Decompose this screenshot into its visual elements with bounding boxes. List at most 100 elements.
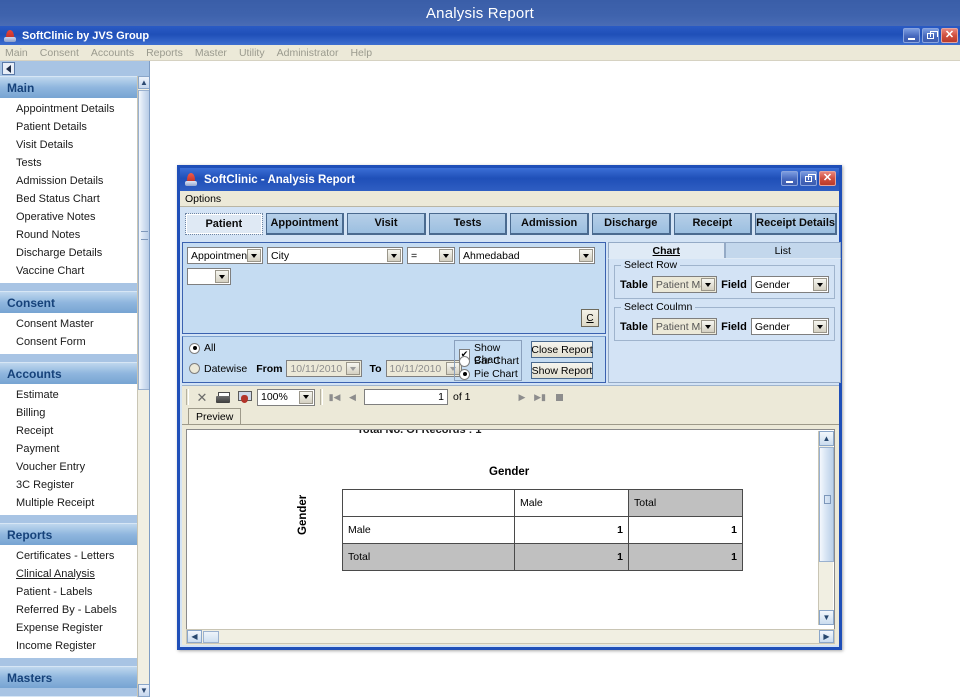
close-button[interactable]: ✕ (941, 28, 958, 43)
sidebar-group-header-accounts[interactable]: Accounts (0, 362, 138, 384)
sidebar-item-admission-details[interactable]: Admission Details (0, 172, 138, 190)
all-radio-row[interactable]: All (189, 342, 216, 354)
tab-patient[interactable]: Patient (185, 213, 263, 235)
sidebar-item-appointment-details[interactable]: Appointment Details (0, 100, 138, 118)
sidebar-item-multiple-receipt[interactable]: Multiple Receipt (0, 494, 138, 512)
chevron-down-icon[interactable] (387, 249, 401, 262)
first-page-icon[interactable]: ▮◀ (328, 390, 341, 404)
tab-appointment[interactable]: Appointment (266, 213, 345, 235)
tab-admission[interactable]: Admission (510, 213, 589, 235)
sidebar-item-receipt[interactable]: Receipt (0, 422, 138, 440)
sidebar-item-tests[interactable]: Tests (0, 154, 138, 172)
sidebar-group-header-reports[interactable]: Reports (0, 523, 138, 545)
sidebar-item-discharge-details[interactable]: Discharge Details (0, 244, 138, 262)
next-page-icon[interactable]: ▶ (516, 390, 529, 404)
dialog-close-button[interactable]: ✕ (819, 171, 836, 186)
print-icon[interactable] (215, 389, 231, 405)
sidebar-item-clinical-analysis[interactable]: Clinical Analysis (0, 565, 138, 583)
chevron-down-icon[interactable] (439, 249, 453, 262)
sidebar-item-consent-form[interactable]: Consent Form (0, 333, 138, 351)
sidebar-item-expense-register[interactable]: Expense Register (0, 619, 138, 637)
show-report-button[interactable]: Show Report (531, 362, 593, 379)
tab-receipt-details[interactable]: Receipt Details (755, 213, 837, 235)
sidebar-item-certificates-letters[interactable]: Certificates - Letters (0, 547, 138, 565)
sidebar-group-header-consent[interactable]: Consent (0, 291, 138, 313)
sidebar-item-operative-notes[interactable]: Operative Notes (0, 208, 138, 226)
column-field-select[interactable]: Gender (751, 318, 829, 335)
column-table-select[interactable]: Patient Mas (652, 318, 717, 335)
preview-scroll-right-button[interactable]: ▶ (819, 630, 834, 643)
sidebar-group-header-masters[interactable]: Masters (0, 666, 138, 688)
row-field-select[interactable]: Gender (751, 276, 829, 293)
tab-preview[interactable]: Preview (188, 408, 241, 424)
preview-horizontal-scrollbar[interactable]: ◀ ▶ (186, 629, 835, 644)
last-page-icon[interactable]: ▶▮ (534, 390, 547, 404)
row-table-select[interactable]: Patient Mas (652, 276, 717, 293)
chevron-down-icon[interactable] (701, 320, 715, 333)
export-icon[interactable] (236, 389, 252, 405)
sidebar-scrollbar[interactable]: ▲ ▼ (137, 76, 149, 697)
dialog-maximize-button[interactable] (800, 171, 817, 186)
minimize-button[interactable] (903, 28, 920, 43)
dialog-minimize-button[interactable] (781, 171, 798, 186)
from-date-field[interactable]: 10/11/2010 (286, 360, 362, 377)
tab-tests[interactable]: Tests (429, 213, 508, 235)
sidebar-item-billing[interactable]: Billing (0, 404, 138, 422)
sidebar-item-round-notes[interactable]: Round Notes (0, 226, 138, 244)
preview-vertical-scrollbar[interactable]: ▲ ▼ (818, 431, 833, 625)
page-number-input[interactable]: 1 (364, 389, 448, 405)
sidebar-scroll-thumb[interactable] (138, 90, 150, 390)
chevron-down-icon[interactable] (813, 320, 827, 333)
value-select[interactable]: Ahmedabad (459, 247, 595, 264)
tab-list[interactable]: List (725, 242, 842, 258)
tab-visit[interactable]: Visit (347, 213, 426, 235)
sidebar-item-estimate[interactable]: Estimate (0, 386, 138, 404)
menu-item-master[interactable]: Master (194, 47, 228, 59)
chevron-down-icon[interactable] (701, 278, 715, 291)
preview-scroll-up-button[interactable]: ▲ (819, 431, 834, 446)
chevron-down-icon[interactable] (579, 249, 593, 262)
chevron-down-icon[interactable] (813, 278, 827, 291)
preview-scroll-left-button[interactable]: ◀ (187, 630, 202, 643)
menu-item-reports[interactable]: Reports (145, 47, 184, 59)
datewise-radio-icon[interactable] (189, 363, 200, 374)
preview-vertical-thumb[interactable] (819, 447, 834, 562)
dialog-menu-options[interactable]: Options (185, 193, 221, 205)
clear-criteria-button[interactable]: C (581, 309, 599, 327)
collapse-left-icon[interactable] (2, 62, 15, 75)
field-select[interactable]: City (267, 247, 403, 264)
menu-item-utility[interactable]: Utility (238, 47, 266, 59)
sidebar-item-visit-details[interactable]: Visit Details (0, 136, 138, 154)
chevron-down-icon[interactable] (346, 362, 360, 375)
sidebar-item-vaccine-chart[interactable]: Vaccine Chart (0, 262, 138, 280)
sidebar-item-bed-status-chart[interactable]: Bed Status Chart (0, 190, 138, 208)
menu-item-administrator[interactable]: Administrator (276, 47, 340, 59)
sidebar-item-patient-labels[interactable]: Patient - Labels (0, 583, 138, 601)
close-x-icon[interactable]: ✕ (194, 389, 210, 405)
zoom-select[interactable]: 100% (257, 389, 315, 406)
tab-chart[interactable]: Chart (608, 242, 725, 258)
preview-scroll-down-button[interactable]: ▼ (819, 610, 834, 625)
chevron-down-icon[interactable] (299, 391, 313, 404)
menu-item-accounts[interactable]: Accounts (90, 47, 135, 59)
sidebar-item-consent-master[interactable]: Consent Master (0, 315, 138, 333)
tab-discharge[interactable]: Discharge (592, 213, 671, 235)
chevron-down-icon[interactable] (247, 249, 261, 262)
chevron-down-icon[interactable] (215, 270, 229, 283)
menu-item-help[interactable]: Help (349, 47, 373, 59)
bar-chart-row[interactable]: Bar Chart (459, 355, 519, 367)
menu-item-main[interactable]: Main (4, 47, 29, 59)
preview-horizontal-thumb[interactable] (203, 631, 219, 643)
logic-operator-select[interactable] (187, 268, 231, 285)
bar-chart-radio-icon[interactable] (459, 356, 470, 367)
pie-chart-row[interactable]: Pie Chart (459, 368, 518, 380)
sidebar-scroll-down-button[interactable]: ▼ (138, 684, 150, 697)
source-table-select[interactable]: Appointment (187, 247, 263, 264)
tab-receipt[interactable]: Receipt (674, 213, 753, 235)
sidebar-item-patient-details[interactable]: Patient Details (0, 118, 138, 136)
sidebar-item-voucher-entry[interactable]: Voucher Entry (0, 458, 138, 476)
to-date-field[interactable]: 10/11/2010 (386, 360, 462, 377)
sidebar-item-3c-register[interactable]: 3C Register (0, 476, 138, 494)
menu-item-consent[interactable]: Consent (39, 47, 80, 59)
pie-chart-radio-icon[interactable] (459, 369, 470, 380)
